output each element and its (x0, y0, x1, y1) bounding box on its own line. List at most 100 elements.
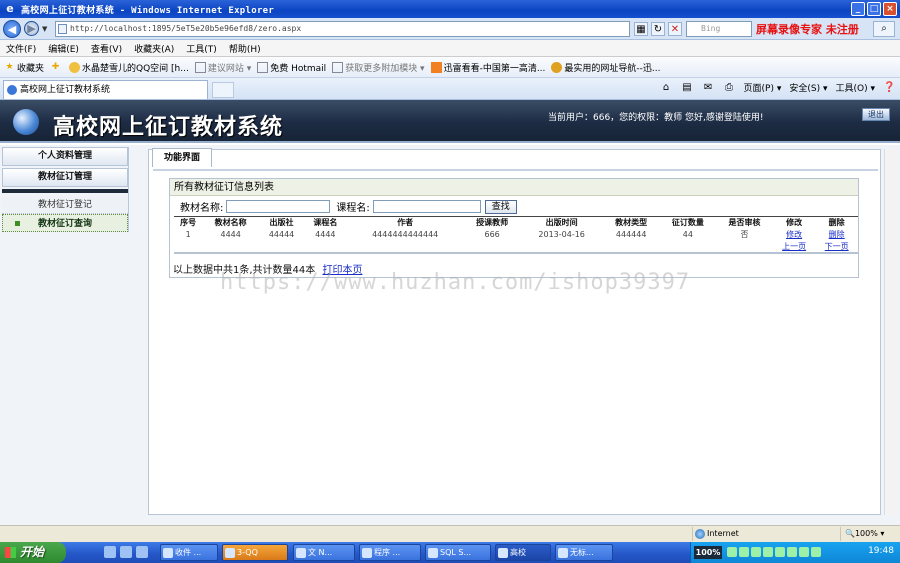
maximize-button[interactable]: □ (867, 2, 881, 16)
favorite-link-nav[interactable]: 最实用的网址导航--迅... (551, 61, 661, 74)
sidebar: 个人资料管理 教材征订管理 教材征订登记 教材征订查询 (2, 147, 129, 232)
windows-flag-icon (5, 547, 16, 558)
mail-icon[interactable]: ✉ (702, 81, 715, 94)
cell-index: 1 (185, 230, 191, 239)
menu-tools[interactable]: 工具(T) (186, 42, 217, 55)
pager-row: 上一页 下一页 (174, 240, 858, 254)
taskbar: 开始 收件 ... 3-QQ 文 N... 程序 ... SQL S... 高校… (0, 542, 900, 563)
cell-book-name: 4444 (220, 230, 241, 239)
menu-edit[interactable]: 编辑(E) (48, 42, 79, 55)
xunlei-icon (430, 61, 442, 73)
sidebar-item-order-query[interactable]: 教材征订查询 (2, 214, 128, 232)
help-icon[interactable]: ❓ (883, 81, 896, 94)
quick-launch-ie-icon[interactable] (104, 546, 116, 558)
back-button[interactable]: ◀ (3, 19, 21, 38)
task-qq[interactable]: 3-QQ (222, 544, 288, 561)
menu-help[interactable]: 帮助(H) (229, 42, 261, 55)
col-header-book-name: 教材名称 (202, 216, 259, 229)
globe-icon (695, 529, 705, 539)
page-icon (257, 61, 269, 73)
sidebar-item-orders[interactable]: 教材征订管理 (2, 168, 128, 187)
favorite-link-suggested[interactable]: 建议网站 ▾ (194, 61, 251, 74)
course-name-input[interactable] (372, 200, 481, 213)
task-sql[interactable]: SQL S... (425, 544, 491, 561)
find-button[interactable]: 查找 (484, 199, 517, 214)
system-tray: 100% 19:48 (690, 542, 900, 563)
clock: 19:48 (868, 546, 894, 556)
nav-icon (551, 61, 563, 73)
stop-icon[interactable]: ✕ (668, 22, 682, 36)
ie-page-icon (7, 85, 17, 95)
favorite-link-xunlei[interactable]: 迅雷看看-中国第一高清... (430, 61, 545, 74)
cell-author: 4444444444444 (372, 230, 439, 239)
tray-icon[interactable] (775, 547, 785, 557)
home-icon[interactable]: ⌂ (660, 81, 673, 94)
feeds-icon[interactable]: ▤ (681, 81, 694, 94)
app-title: 高校网上征订教材系统 (53, 114, 284, 140)
refresh-icon[interactable]: ↻ (651, 22, 665, 36)
tab-function[interactable]: 功能界面 (152, 148, 212, 167)
history-dropdown-icon[interactable]: ▼ (42, 25, 47, 33)
browser-tab[interactable]: 高校网上征订教材系统 (3, 80, 208, 99)
minimize-button[interactable]: _ (851, 2, 865, 16)
cell-quantity: 44 (682, 230, 693, 239)
safety-menu[interactable]: 安全(S) ▾ (789, 81, 827, 94)
menu-view[interactable]: 查看(V) (91, 42, 122, 55)
search-input[interactable]: Bing (686, 21, 752, 37)
prev-page-link[interactable]: 上一页 (782, 242, 806, 251)
page-menu[interactable]: 页面(P) ▾ (744, 81, 782, 94)
sidebar-item-profile[interactable]: 个人资料管理 (2, 147, 128, 166)
browser-tab-bar: 高校网上征订教材系统 ⌂ ▤ ✉ ⎙ 页面(P) ▾ 安全(S) ▾ 工具(O)… (0, 78, 900, 100)
search-row: 教材名称: 课程名: 查找 (180, 199, 517, 214)
delete-link[interactable]: 删除 (829, 230, 845, 239)
menu-file[interactable]: 文件(F) (6, 42, 36, 55)
next-page-link[interactable]: 下一页 (825, 242, 849, 251)
add-favorite-icon[interactable]: ✚ (50, 62, 63, 73)
forward-button[interactable]: ▶ (24, 21, 39, 36)
tray-icon[interactable] (763, 547, 773, 557)
vertical-scrollbar[interactable] (884, 149, 898, 515)
bullet-icon (15, 221, 20, 226)
task-app[interactable]: 高校 (495, 544, 551, 561)
tray-icon[interactable] (799, 547, 809, 557)
window-title: 高校网上征订教材系统 - Windows Internet Explorer (21, 5, 275, 16)
cell-course: 4444 (315, 230, 336, 239)
task-mail[interactable]: 收件 ... (160, 544, 218, 561)
sidebar-item-order-register[interactable]: 教材征订登记 (2, 196, 128, 214)
col-header-publisher: 出版社 (259, 216, 305, 229)
panel-title: 所有教材征订信息列表 (170, 179, 858, 196)
search-icon[interactable]: ⌕ (873, 21, 895, 37)
col-header-delete: 删除 (815, 216, 858, 229)
tray-icon[interactable] (727, 547, 737, 557)
book-name-input[interactable] (226, 200, 331, 213)
favorite-link-qzone[interactable]: 水晶楚雪儿的QQ空间 [h... (69, 61, 189, 74)
tray-icon[interactable] (751, 547, 761, 557)
task-folder[interactable]: 文 N... (293, 544, 355, 561)
favorites-button[interactable]: ★ 收藏夹 (4, 61, 44, 74)
quick-launch-media-icon[interactable] (136, 546, 148, 558)
close-button[interactable]: × (883, 2, 897, 16)
favorites-bar: ★ 收藏夹 ✚ 水晶楚雪儿的QQ空间 [h... 建议网站 ▾ 免费 Hotmai… (0, 57, 900, 78)
tab-underline (153, 169, 878, 171)
url-input[interactable]: http://localhost:1895/5eT5e20b5e96efd8/z… (55, 21, 630, 37)
task-program[interactable]: 程序 ... (359, 544, 421, 561)
print-icon[interactable]: ⎙ (723, 81, 736, 94)
tray-icon[interactable] (811, 547, 821, 557)
exit-button[interactable]: 退出 (862, 108, 890, 121)
course-name-label: 课程名: (336, 203, 370, 214)
tray-icon[interactable] (787, 547, 797, 557)
start-button[interactable]: 开始 (0, 542, 66, 563)
new-tab-button[interactable] (212, 82, 234, 98)
col-header-book-type: 教材类型 (602, 216, 660, 229)
favorite-link-addons[interactable]: 获取更多附加模块 ▾ (332, 61, 425, 74)
compat-view-icon[interactable]: ▦ (634, 22, 648, 36)
menu-favorites[interactable]: 收藏夹(A) (134, 42, 174, 55)
tray-icon[interactable] (739, 547, 749, 557)
zoom-control[interactable]: 🔍100% ▾ (840, 527, 898, 541)
menu-bar: 文件(F) 编辑(E) 查看(V) 收藏夹(A) 工具(T) 帮助(H) (0, 40, 900, 57)
edit-link[interactable]: 修改 (786, 230, 802, 239)
task-untitled[interactable]: 无标... (555, 544, 613, 561)
quick-launch-desktop-icon[interactable] (120, 546, 132, 558)
favorite-link-hotmail[interactable]: 免费 Hotmail (257, 61, 326, 74)
tools-menu[interactable]: 工具(O) ▾ (836, 81, 876, 94)
